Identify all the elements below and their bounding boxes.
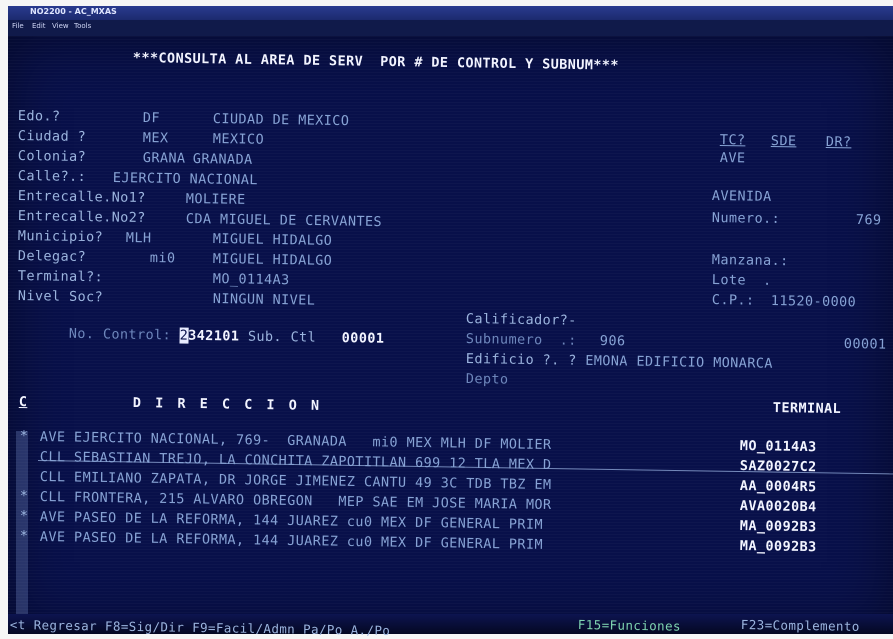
- subnumero-right: 00001: [843, 336, 887, 353]
- edificio-label: Edificio ?. ?: [465, 351, 577, 369]
- depto-label: Depto: [465, 371, 509, 388]
- row-marker: *: [19, 428, 29, 445]
- col-terminal-header: TERMINAL: [772, 400, 842, 418]
- edo-label: Edo.?: [17, 108, 61, 125]
- nivel-field[interactable]: NINGUN NIVEL: [213, 291, 316, 309]
- ciudad-name: MEXICO: [212, 131, 265, 148]
- terminal-label: Terminal?:: [17, 268, 104, 286]
- menu-view[interactable]: View: [52, 22, 69, 30]
- text-cursor[interactable]: 2: [179, 327, 189, 344]
- row-terminal[interactable]: MA_0092B3: [740, 518, 817, 535]
- row-terminal[interactable]: SAZ0027C2: [740, 458, 817, 475]
- sde-label: SDE: [770, 133, 797, 150]
- entrecalle2-label: Entrecalle.No2?: [17, 208, 146, 227]
- municipio-label: Municipio?: [17, 228, 104, 246]
- terminal-window: NO2200 - AC_MXAS File Edit View Tools **…: [0, 0, 893, 638]
- municipio-code-field[interactable]: MLH: [126, 230, 152, 246]
- row-marker: *: [19, 508, 29, 525]
- control-label: Control:: [102, 326, 172, 344]
- cp-label: C.P.:: [711, 292, 755, 309]
- subnumero-label: Subnumero .:: [465, 331, 577, 349]
- window-title: NO2200 - AC_MXAS: [30, 7, 117, 16]
- row-terminal[interactable]: MO_0114A3: [740, 438, 817, 455]
- function-keys-main[interactable]: <t Regresar F8=Sig/Dir F9=Facil/Admn Pa/…: [10, 617, 391, 639]
- menu-file[interactable]: File: [12, 22, 24, 30]
- numero-label: Numero.:: [711, 210, 781, 228]
- col-direccion-header: D I R E C C I O N: [132, 395, 323, 414]
- colonia-label: Colonia?: [17, 148, 87, 166]
- nivel-label: Nivel Soc?: [17, 288, 104, 306]
- delegac-code-field[interactable]: mi0: [150, 250, 176, 266]
- row-selector-column: [16, 431, 28, 621]
- function-key-f23[interactable]: F23=Complemento: [741, 617, 860, 635]
- edo-code-field[interactable]: DF: [143, 110, 160, 126]
- row-marker: *: [19, 488, 29, 505]
- row-terminal[interactable]: MA_0092B3: [740, 538, 817, 555]
- table-row[interactable]: AVE PASEO DE LA REFORMA, 144 JUAREZ cu0 …: [40, 529, 543, 553]
- window-titlebar: NO2200 - AC_MXAS: [8, 6, 893, 20]
- ciudad-label: Ciudad ?: [17, 128, 87, 146]
- function-key-f15[interactable]: F15=Funciones: [578, 617, 681, 635]
- ciudad-code-field[interactable]: MEX: [143, 130, 169, 146]
- row-terminal[interactable]: AVA0020B4: [740, 498, 817, 515]
- manzana-label: Manzana.:: [711, 252, 789, 270]
- row-marker: *: [19, 528, 29, 545]
- entrecalle2-field[interactable]: CDA MIGUEL DE CERVANTES: [186, 211, 382, 230]
- subctl-label: Sub. Ctl: [247, 328, 317, 346]
- row-terminal[interactable]: AA_0004R5: [740, 478, 817, 495]
- colonia-name: GRANADA: [192, 151, 253, 168]
- edificio-field[interactable]: EMONA EDIFICIO MONARCA: [585, 353, 773, 372]
- col-c-header: C: [19, 394, 28, 410]
- lote-label: Lote .: [711, 272, 772, 289]
- municipio-name: MIGUEL HIDALGO: [212, 231, 333, 249]
- tc-value[interactable]: AVE: [720, 150, 746, 166]
- calificador-label: Calificador?-: [465, 311, 577, 329]
- edo-name: CIUDAD DE MEXICO: [212, 111, 350, 130]
- entrecalle1-field[interactable]: MOLIERE: [186, 191, 246, 208]
- menu-tools[interactable]: Tools: [74, 22, 91, 30]
- terminal-screen: ***CONSULTA AL AREA DE SERV POR # DE CON…: [8, 36, 893, 634]
- control-field[interactable]: 342101: [188, 328, 239, 345]
- function-key-bar: <t Regresar F8=Sig/Dir F9=Facil/Admn Pa/…: [8, 614, 893, 638]
- numero-field[interactable]: 769: [856, 212, 882, 228]
- menu-bar: File Edit View Tools: [8, 20, 893, 36]
- col-c-text: C: [18, 394, 28, 411]
- subctl-field[interactable]: 00001: [342, 330, 385, 347]
- delegac-name: MIGUEL HIDALGO: [212, 251, 333, 269]
- tipo-value: AVENIDA: [711, 188, 772, 205]
- edificio-row: Edificio ?. ? EMONA EDIFICIO MONARCA: [466, 351, 773, 372]
- dr-label: DR?: [825, 134, 852, 151]
- page-title: ***CONSULTA AL AREA DE SERV POR # DE CON…: [132, 50, 620, 74]
- control-label-no: No.: [68, 325, 95, 343]
- terminal-field[interactable]: MO_0114A3: [213, 271, 290, 288]
- menu-edit[interactable]: Edit: [32, 22, 46, 30]
- control-row: No. Control: 2342101 Sub. Ctl 00001: [17, 309, 385, 347]
- entrecalle1-label: Entrecalle.No1?: [17, 188, 146, 207]
- delegac-label: Delegac?: [17, 248, 87, 266]
- colonia-code-field[interactable]: GRANA: [143, 150, 186, 167]
- calle-field[interactable]: EJERCITO NACIONAL: [113, 170, 258, 188]
- calle-label: Calle?.:: [17, 168, 87, 186]
- cp-field[interactable]: 11520-0000: [771, 293, 857, 310]
- subnumero-field[interactable]: 906: [600, 333, 626, 349]
- tc-label: TC?: [719, 132, 746, 149]
